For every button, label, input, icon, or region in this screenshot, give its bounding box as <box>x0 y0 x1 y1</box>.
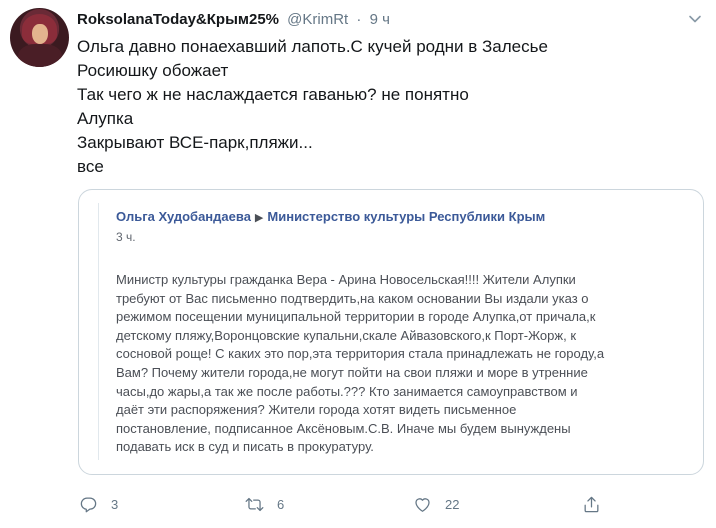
quoted-line: детскому пляжу,Воронцовские купальни,ска… <box>116 327 577 343</box>
heart-icon <box>415 497 430 512</box>
quoted-post-body: Ольга Худобандаева ▶ Министерство культуры… <box>98 203 703 460</box>
chevron-down-icon[interactable] <box>686 12 704 30</box>
tweet-line: Закрывают ВСЕ-парк,пляжи... <box>77 133 313 152</box>
quoted-line: подавать иск в суд и писать в прокуратур… <box>116 439 374 455</box>
quoted-target-link[interactable]: Министерство культуры Республики Крым <box>267 209 545 224</box>
tweet-line: Ольга давно понаехавший лапоть.С кучей р… <box>77 37 548 56</box>
quoted-line: требуют от Вас письменно подтвердить,на … <box>116 290 589 306</box>
reply-icon <box>80 497 97 512</box>
like-count: 22 <box>445 496 460 512</box>
quoted-line: Министр культуры гражданка Вера - Арина … <box>116 272 576 287</box>
separator-dot: · <box>356 11 362 28</box>
tweet-line: все <box>77 157 104 176</box>
retweet-count: 6 <box>277 496 285 512</box>
tweet-line: Росиюшку обожает <box>77 61 229 80</box>
tweet-timestamp[interactable]: 9 ч <box>370 11 390 28</box>
reply-count: 3 <box>111 496 119 512</box>
quoted-line: режимом посещении муниципальной территор… <box>116 309 596 325</box>
share-icon <box>584 496 599 512</box>
like-button[interactable]: 22 <box>413 492 459 516</box>
retweet-button[interactable]: 6 <box>245 492 284 516</box>
quoted-line: постановление, подписанное Аксёновым.С.В… <box>116 420 571 436</box>
author-name[interactable]: RoksolanaToday&Крым25% <box>77 11 279 28</box>
retweet-icon <box>245 497 264 511</box>
quoted-line: даёт эти распоряжения? Жители города хот… <box>116 402 517 418</box>
quoted-post-header: Ольга Худобандаева ▶ Министерство культуры… <box>116 208 545 227</box>
author-handle[interactable]: @KrimRt <box>287 11 348 28</box>
tweet-line: Алупка <box>77 109 134 128</box>
tweet-line: Так чего ж не наслаждается гаванью? не п… <box>77 85 469 104</box>
arrow-right-icon: ▶ <box>254 212 264 224</box>
quoted-author-link[interactable]: Ольга Худобандаева <box>116 209 251 224</box>
quoted-line: Вам? Почему жители города,не могут пойти… <box>116 364 588 380</box>
action-bar: 3 6 22 <box>79 492 639 516</box>
quoted-line: часы,до жары,а так же после работы.??? К… <box>116 383 578 399</box>
quoted-line: сосновой роще! С каких это пор,эта терри… <box>116 346 605 362</box>
avatar[interactable] <box>10 8 69 67</box>
tweet-text: Ольга давно понаехавший лапоть.С кучей р… <box>77 35 697 179</box>
quoted-text: Министр культуры гражданка Вера - Арина … <box>116 271 696 457</box>
tweet-header: RoksolanaToday&Крым25% @KrimRt · 9 ч <box>77 10 390 30</box>
quoted-post-card[interactable]: Ольга Худобандаева ▶ Министерство культуры… <box>78 189 704 475</box>
reply-button[interactable]: 3 <box>79 492 118 516</box>
quoted-timestamp[interactable]: 3 ч. <box>116 229 136 245</box>
share-button[interactable] <box>582 492 601 516</box>
